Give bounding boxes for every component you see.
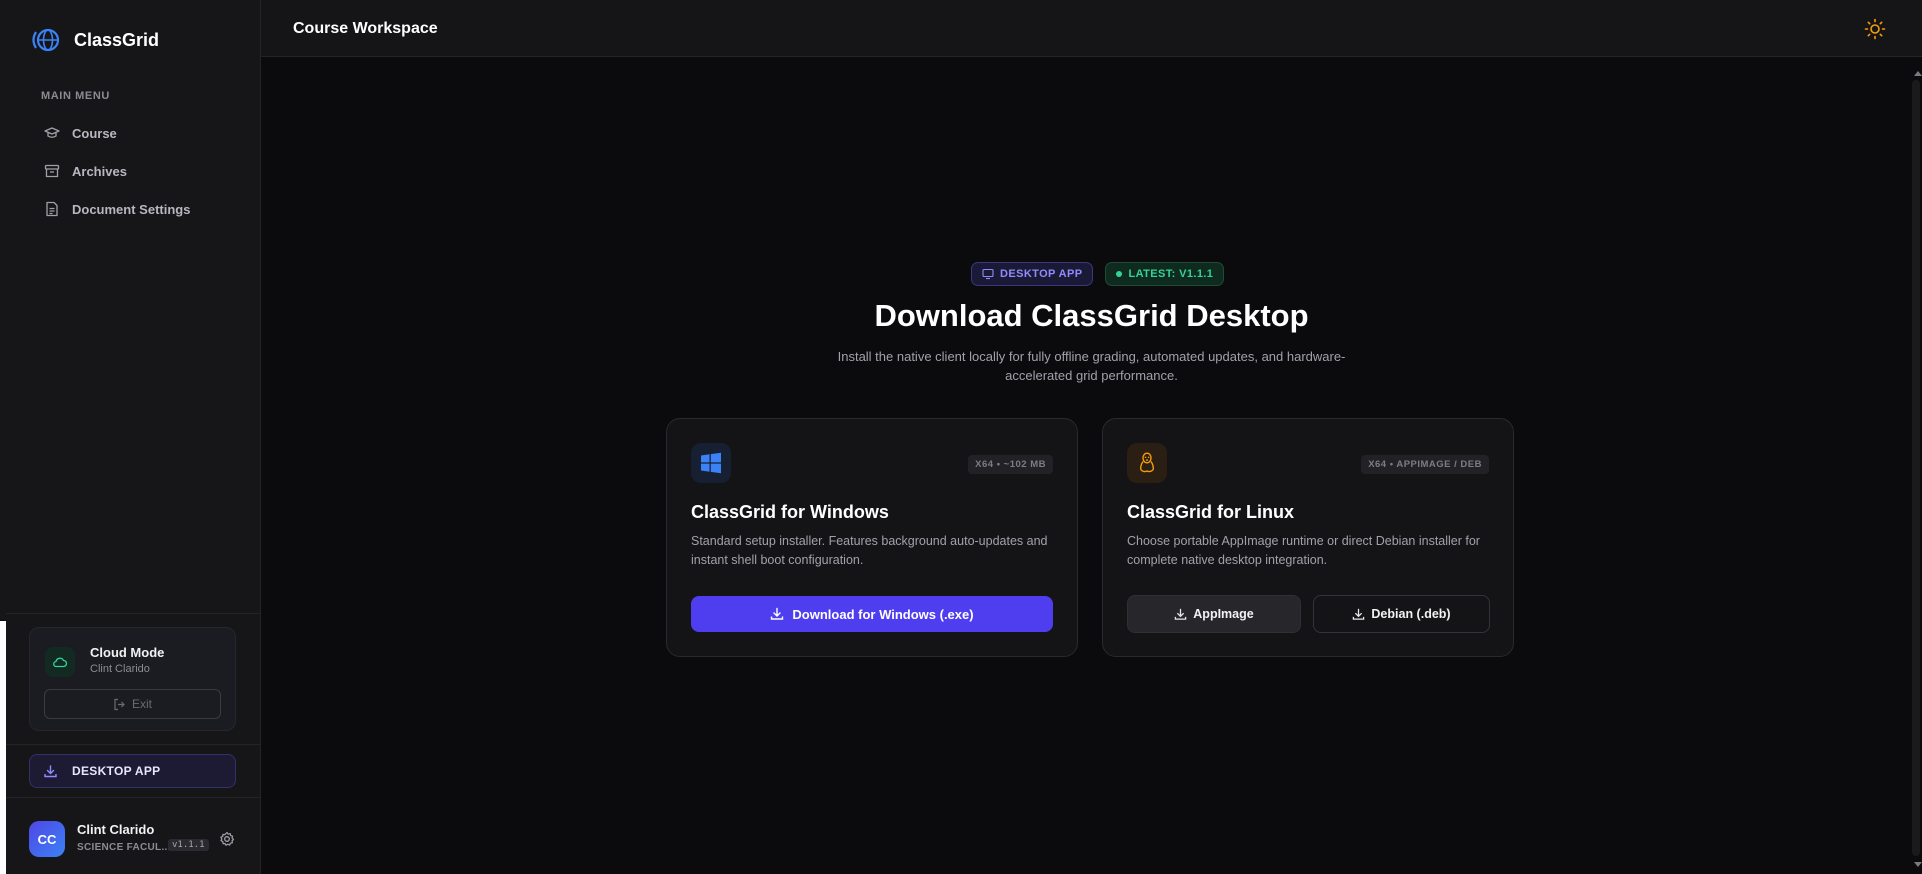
download-appimage-button[interactable]: AppImage [1127,595,1301,633]
download-icon [1353,608,1365,620]
hero-title: Download ClassGrid Desktop [874,298,1309,333]
gear-icon[interactable] [219,831,235,847]
desktop-app-badge: DESKTOP APP [971,262,1094,286]
linux-spec-badge: X64 • APPIMAGE / DEB [1361,455,1489,474]
download-icon [44,764,57,777]
desktop-app-label: DESKTOP APP [72,764,161,778]
avatar[interactable]: CC [29,821,65,857]
linux-download-card: X64 • APPIMAGE / DEB ClassGrid for Linux… [1102,418,1514,657]
desktop-app-badge-label: DESKTOP APP [1000,268,1083,280]
sidebar-item-label: Archives [72,163,127,179]
download-deb-label: Debian (.deb) [1371,607,1451,621]
download-deb-button[interactable]: Debian (.deb) [1313,595,1490,633]
desktop-app-button[interactable]: DESKTOP APP [29,754,236,788]
sidebar-item-course[interactable]: Course [34,114,244,152]
brand[interactable]: ClassGrid [30,26,159,54]
graduation-cap-icon [44,127,60,138]
scroll-down-arrow-icon[interactable] [1914,862,1922,867]
exit-button[interactable]: Exit [44,689,221,719]
exit-label: Exit [131,697,152,711]
windows-spec-badge: X64 • ~102 MB [968,455,1053,474]
sidebar-divider [6,797,261,798]
topbar: Course Workspace [261,0,1922,57]
download-windows-button[interactable]: Download for Windows (.exe) [691,596,1053,632]
user-profile: CC Clint Clarido SCIENCE FACUL... v1.1.1 [29,821,239,857]
monitor-icon [982,268,994,280]
sidebar-item-archives[interactable]: Archives [34,152,244,190]
latest-version-badge: LATEST: V1.1.1 [1105,262,1225,286]
sidebar-item-label: Document Settings [72,201,191,217]
status-dot [1116,271,1123,277]
linux-card-title: ClassGrid for Linux [1127,502,1295,522]
scroll-up-arrow-icon[interactable] [1914,71,1922,76]
scrollbar-thumb[interactable] [1912,80,1920,856]
download-icon [1175,608,1187,620]
classgrid-logo-icon [32,28,60,52]
logout-icon [114,698,125,710]
cloud-mode-title: Cloud Mode [90,645,165,660]
linux-card-description: Choose portable AppImage runtime or dire… [1127,534,1480,567]
windows-card-description: Standard setup installer. Features backg… [691,534,1048,567]
windows-card-title: ClassGrid for Windows [691,502,889,522]
sidebar-item-label: Course [72,125,117,141]
windows-icon-wrap [691,443,731,483]
sidebar-divider [6,744,261,745]
windows-download-card: X64 • ~102 MB ClassGrid for Windows Stan… [666,418,1078,657]
cloud-icon-wrap [45,647,75,677]
latest-version-label: LATEST: V1.1.1 [1128,268,1214,280]
cloud-mode-user: Clint Clarido [90,663,150,675]
sun-icon[interactable] [1864,18,1886,40]
windows-icon [701,452,721,474]
user-role: SCIENCE FACUL... [77,842,171,853]
hero-subtitle: Install the native client locally for fu… [837,349,1346,383]
download-icon [771,607,784,620]
download-appimage-label: AppImage [1193,607,1254,621]
main-menu: Course Archives Document Settings [34,114,244,228]
cloud-mode-card: Cloud Mode Clint Clarido Exit [29,627,236,731]
cloud-icon [53,657,68,668]
brand-name: ClassGrid [74,29,160,50]
sidebar-divider [6,613,261,614]
sidebar-item-document-settings[interactable]: Document Settings [34,190,244,228]
download-windows-label: Download for Windows (.exe) [792,606,974,622]
sidebar: ClassGrid MAIN MENU Course Archives Docu… [6,0,261,874]
page-title: Course Workspace [293,20,438,37]
document-icon [46,201,58,217]
archive-icon [44,164,60,178]
menu-heading: MAIN MENU [41,90,110,102]
version-badge: v1.1.1 [168,839,209,851]
app-root: ClassGrid MAIN MENU Course Archives Docu… [0,0,1922,874]
user-name: Clint Clarido [77,822,155,837]
linux-icon-wrap [1127,443,1167,483]
hero-badges: DESKTOP APP LATEST: V1.1.1 [971,262,1225,286]
tux-icon [1140,452,1154,473]
